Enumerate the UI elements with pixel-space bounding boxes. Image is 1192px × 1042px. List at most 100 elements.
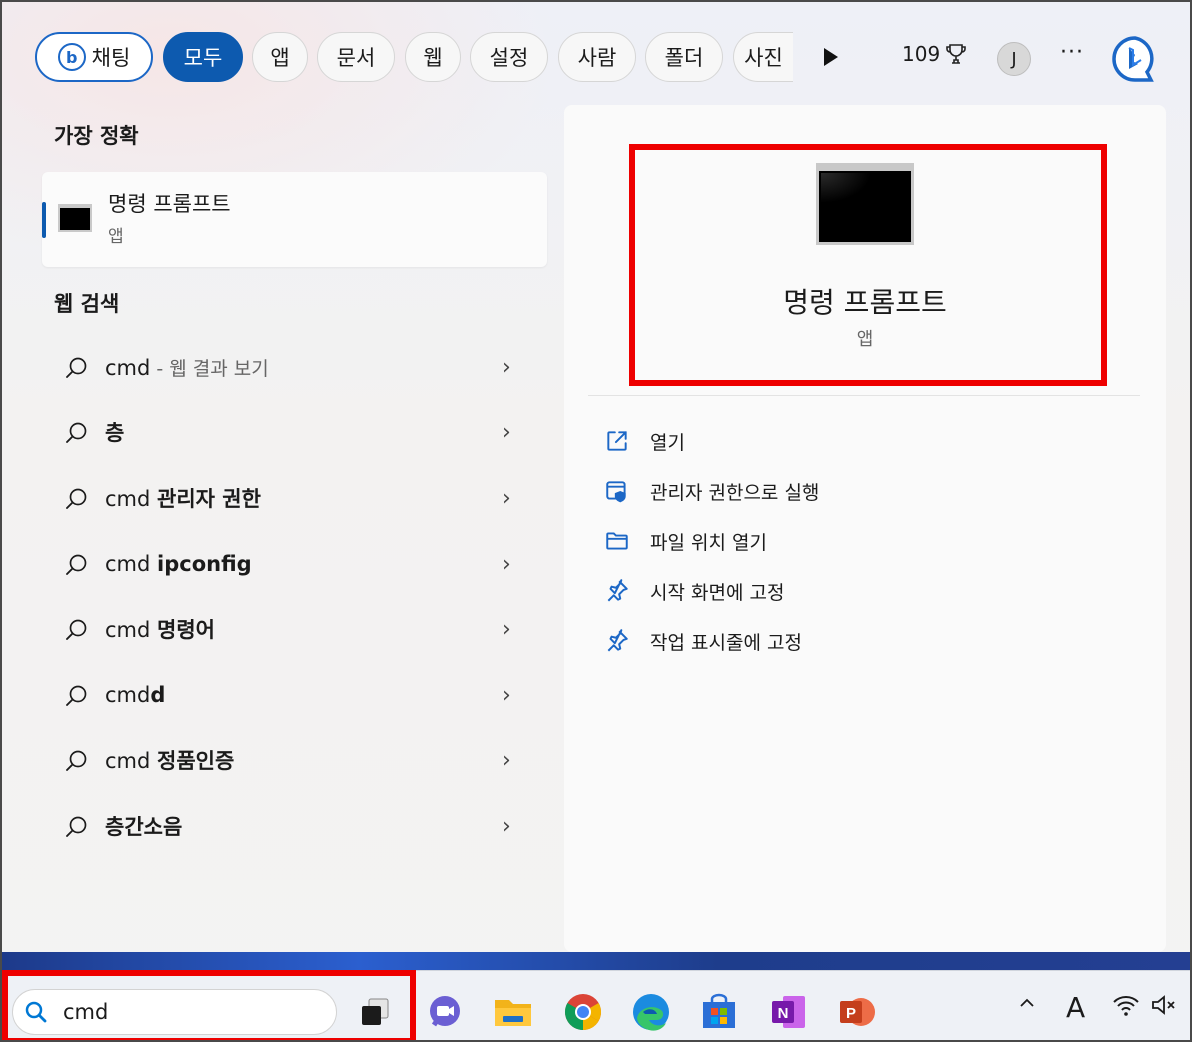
ime-label: A: [1066, 991, 1086, 1024]
chevron-up-icon: [1020, 998, 1034, 1007]
suggestion-label: cmd 관리자 권한: [105, 483, 261, 513]
chevron-right-icon: ›: [502, 485, 511, 511]
suggestion-text: cmd: [105, 749, 158, 773]
web-search-suggestion[interactable]: 층간소음 ›: [42, 796, 547, 856]
suggestion-completion: 관리자 권한: [157, 487, 261, 511]
svg-text:N: N: [778, 1005, 789, 1022]
speaker-mute-glyph: [1152, 995, 1175, 1015]
edge-icon[interactable]: [630, 991, 672, 1033]
bing-icon[interactable]: [1110, 34, 1160, 84]
web-search-suggestion[interactable]: cmdd ›: [42, 665, 547, 725]
detail-app-name: 명령 프롬프트: [783, 286, 947, 319]
action-run-as-admin[interactable]: 관리자 권한으로 실행: [604, 473, 819, 509]
result-kind: 앱: [108, 227, 124, 247]
search-icon: [66, 750, 87, 771]
scroll-right-icon[interactable]: [824, 48, 838, 66]
wifi-icon[interactable]: [1112, 993, 1140, 1023]
web-search-suggestion[interactable]: cmd 정품인증 ›: [42, 730, 547, 790]
onenote-icon[interactable]: N: [768, 991, 810, 1033]
web-search-suggestion[interactable]: cmd ipconfig ›: [42, 534, 547, 594]
search-icon: [66, 422, 87, 443]
action-label: 열기: [650, 431, 685, 454]
web-search-suggestion[interactable]: cmd - 웹 결과 보기 ›: [42, 337, 547, 397]
suggestion-completion: 층: [105, 421, 125, 445]
web-search-suggestion[interactable]: 층 ›: [42, 402, 547, 462]
chevron-right-icon: ›: [502, 813, 511, 839]
suggestion-label: cmd 명령어: [105, 614, 215, 644]
action-label: 시작 화면에 고정: [650, 581, 785, 604]
suggestion-text: cmd: [105, 355, 151, 380]
chevron-right-icon: ›: [502, 616, 511, 642]
search-icon: [66, 619, 87, 640]
suggestion-hint: - 웹 결과 보기: [150, 357, 269, 380]
task-view-glyph: [362, 998, 389, 1025]
chip-folders[interactable]: 폴더: [645, 32, 723, 82]
selection-indicator: [42, 202, 46, 238]
volume-muted-icon[interactable]: [1150, 993, 1178, 1023]
chip-chat[interactable]: b 채팅: [35, 32, 153, 82]
best-match-title: 가장 정확: [54, 124, 139, 148]
avatar[interactable]: J: [997, 42, 1031, 76]
divider: [588, 395, 1140, 396]
chevron-right-icon: ›: [502, 747, 511, 773]
action-label: 작업 표시줄에 고정: [650, 631, 802, 654]
store-glyph: [703, 993, 735, 1028]
taskbar-search-box[interactable]: cmd: [12, 989, 337, 1035]
show-hidden-icons-icon[interactable]: [1017, 993, 1037, 1019]
search-window: b 채팅 모두 앱 문서 웹 설정 사람 폴더 사진 109 J ··· 가장 …: [0, 0, 1192, 1042]
chip-label: 모두: [183, 46, 223, 70]
suggestion-label: 층: [105, 417, 124, 447]
bing-chat-icon: b: [57, 43, 86, 71]
search-icon: [25, 1001, 47, 1023]
taskbar: cmd N P A: [2, 970, 1190, 1040]
suggestion-text: cmd: [105, 487, 158, 511]
chip-settings[interactable]: 설정: [470, 32, 548, 82]
shield-run-icon: [606, 481, 626, 503]
best-match-result[interactable]: 명령 프롬프트 앱: [42, 172, 547, 267]
ime-indicator[interactable]: A: [1066, 991, 1085, 1024]
suggestion-label: cmd ipconfig: [105, 552, 252, 576]
onenote-glyph: N: [772, 996, 805, 1028]
suggestion-completion: 명령어: [157, 618, 215, 642]
chip-label: 폴더: [664, 46, 704, 70]
chevron-right-icon: ›: [502, 551, 511, 577]
web-search-suggestion[interactable]: cmd 관리자 권한 ›: [42, 468, 547, 528]
rewards-points[interactable]: 109: [902, 42, 968, 66]
suggestion-text: cmd: [105, 552, 158, 576]
action-pin-to-taskbar[interactable]: 작업 표시줄에 고정: [604, 623, 802, 659]
svg-text:P: P: [846, 1005, 856, 1022]
wifi-glyph: [1113, 996, 1139, 1016]
chip-documents[interactable]: 문서: [317, 32, 395, 82]
chip-people[interactable]: 사람: [558, 32, 636, 82]
avatar-initial: J: [1011, 48, 1017, 70]
store-icon[interactable]: [698, 991, 740, 1033]
suggestion-completion: ipconfig: [157, 552, 252, 576]
points-value: 109: [902, 42, 941, 66]
chip-apps[interactable]: 앱: [252, 32, 308, 82]
suggestion-completion: 층간소음: [105, 815, 183, 839]
action-open-file-location[interactable]: 파일 위치 열기: [604, 523, 767, 559]
chip-all[interactable]: 모두: [163, 32, 243, 82]
more-options-icon[interactable]: ···: [1060, 40, 1084, 65]
suggestion-label: 층간소음: [105, 811, 182, 841]
powerpoint-icon[interactable]: P: [836, 991, 878, 1033]
task-view-icon[interactable]: [354, 991, 396, 1033]
search-icon: [66, 554, 87, 575]
chip-web[interactable]: 웹: [405, 32, 461, 82]
web-search-suggestion[interactable]: cmd 명령어 ›: [42, 599, 547, 659]
action-pin-to-start[interactable]: 시작 화면에 고정: [604, 573, 784, 609]
chip-label: 채팅: [91, 46, 131, 70]
chip-label: 문서: [336, 46, 376, 70]
chrome-icon[interactable]: [562, 991, 604, 1033]
search-icon: [66, 488, 87, 509]
file-explorer-icon[interactable]: [492, 991, 534, 1033]
chevron-right-icon: ›: [502, 682, 511, 708]
chip-photos[interactable]: 사진: [733, 32, 793, 82]
command-prompt-icon: [58, 204, 92, 232]
search-icon: [66, 685, 87, 706]
pin-icon: [607, 579, 628, 602]
action-open[interactable]: 열기: [604, 423, 685, 459]
teams-chat-icon[interactable]: [424, 991, 466, 1033]
search-input[interactable]: cmd: [63, 1000, 108, 1024]
desktop-wallpaper: [2, 952, 1190, 972]
